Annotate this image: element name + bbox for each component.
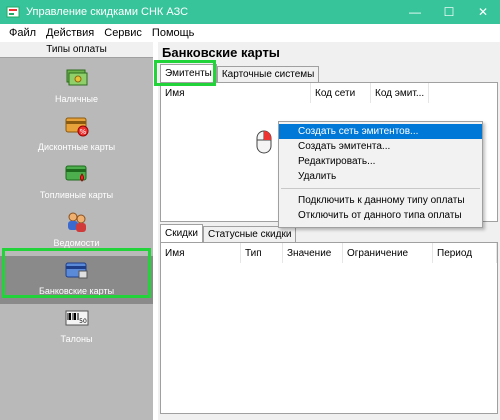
context-menu: Создать сеть эмитентов... Создать эмитен…: [278, 121, 483, 228]
menu-actions[interactable]: Действия: [41, 27, 99, 39]
cash-icon: [65, 66, 89, 90]
menu-create-issuer-network[interactable]: Создать сеть эмитентов...: [279, 124, 482, 139]
menu-bar: Файл Действия Сервис Помощь: [0, 24, 500, 42]
svg-text:%: %: [79, 128, 86, 136]
column-header[interactable]: Ограничение: [343, 243, 433, 263]
tab-status-discounts[interactable]: Статусные скидки: [202, 226, 297, 242]
window-title: Управление скидками СНК АЗС: [26, 6, 189, 18]
payment-type-fuel-cards[interactable]: Топливные карты: [0, 160, 153, 208]
payment-type-label: Талоны: [60, 334, 93, 344]
payment-type-label: Ведомости: [53, 238, 100, 248]
payment-type-coupons[interactable]: 50 Талоны: [0, 304, 153, 352]
statement-icon: [65, 210, 89, 234]
svg-text:50: 50: [79, 318, 87, 325]
column-header[interactable]: Код эмит...: [371, 83, 429, 103]
minimize-button[interactable]: —: [398, 0, 432, 24]
column-header[interactable]: Тип: [241, 243, 283, 263]
menu-disconnect-payment-type[interactable]: Отключить от данного типа оплаты: [279, 208, 482, 223]
bank-cards-highlight: [2, 248, 151, 298]
menu-service[interactable]: Сервис: [99, 27, 147, 39]
title-bar: Управление скидками СНК АЗС — ☐ ✕: [0, 0, 500, 24]
menu-file[interactable]: Файл: [4, 27, 41, 39]
maximize-button[interactable]: ☐: [432, 0, 466, 24]
column-header[interactable]: Код сети: [311, 83, 371, 103]
app-icon: [6, 5, 20, 19]
bank-cards-panel: Банковские карты Эмитенты Карточные сист…: [158, 42, 500, 420]
payment-type-label: Дисконтные карты: [37, 142, 116, 152]
column-header[interactable]: Имя: [161, 243, 241, 263]
menu-separator: [281, 188, 480, 189]
tab-card-systems[interactable]: Карточные системы: [216, 66, 320, 82]
fuel-card-icon: [65, 162, 89, 186]
tab-discounts[interactable]: Скидки: [160, 224, 203, 242]
payment-type-discount-cards[interactable]: % Дисконтные карты: [0, 112, 153, 160]
column-header[interactable]: Период: [433, 243, 497, 263]
menu-create-issuer[interactable]: Создать эмитента...: [279, 139, 482, 154]
payment-types-header: Типы оплаты: [0, 42, 153, 58]
bottom-tabs: Скидки Статусные скидки: [160, 224, 297, 242]
menu-connect-payment-type[interactable]: Подключить к данному типу оплаты: [279, 193, 482, 208]
payment-type-label: Топливные карты: [39, 190, 114, 200]
discounts-grid[interactable]: Имя Тип Значение Ограничение Период: [160, 242, 498, 414]
mouse-right-click-icon: [256, 128, 272, 154]
discount-card-icon: %: [65, 114, 89, 138]
payment-types-panel: Типы оплаты Наличные % Дисконтные карты: [0, 42, 153, 420]
payment-type-cash[interactable]: Наличные: [0, 64, 153, 112]
column-header[interactable]: Имя: [161, 83, 311, 103]
panel-title: Банковские карты: [162, 44, 280, 60]
coupon-icon: 50: [65, 306, 89, 330]
menu-edit[interactable]: Редактировать...: [279, 154, 482, 169]
menu-delete[interactable]: Удалить: [279, 169, 482, 184]
issuers-tab-highlight: [154, 60, 216, 86]
close-button[interactable]: ✕: [466, 0, 500, 24]
column-header[interactable]: Значение: [283, 243, 343, 263]
menu-help[interactable]: Помощь: [147, 27, 200, 39]
payment-type-label: Наличные: [55, 94, 98, 104]
